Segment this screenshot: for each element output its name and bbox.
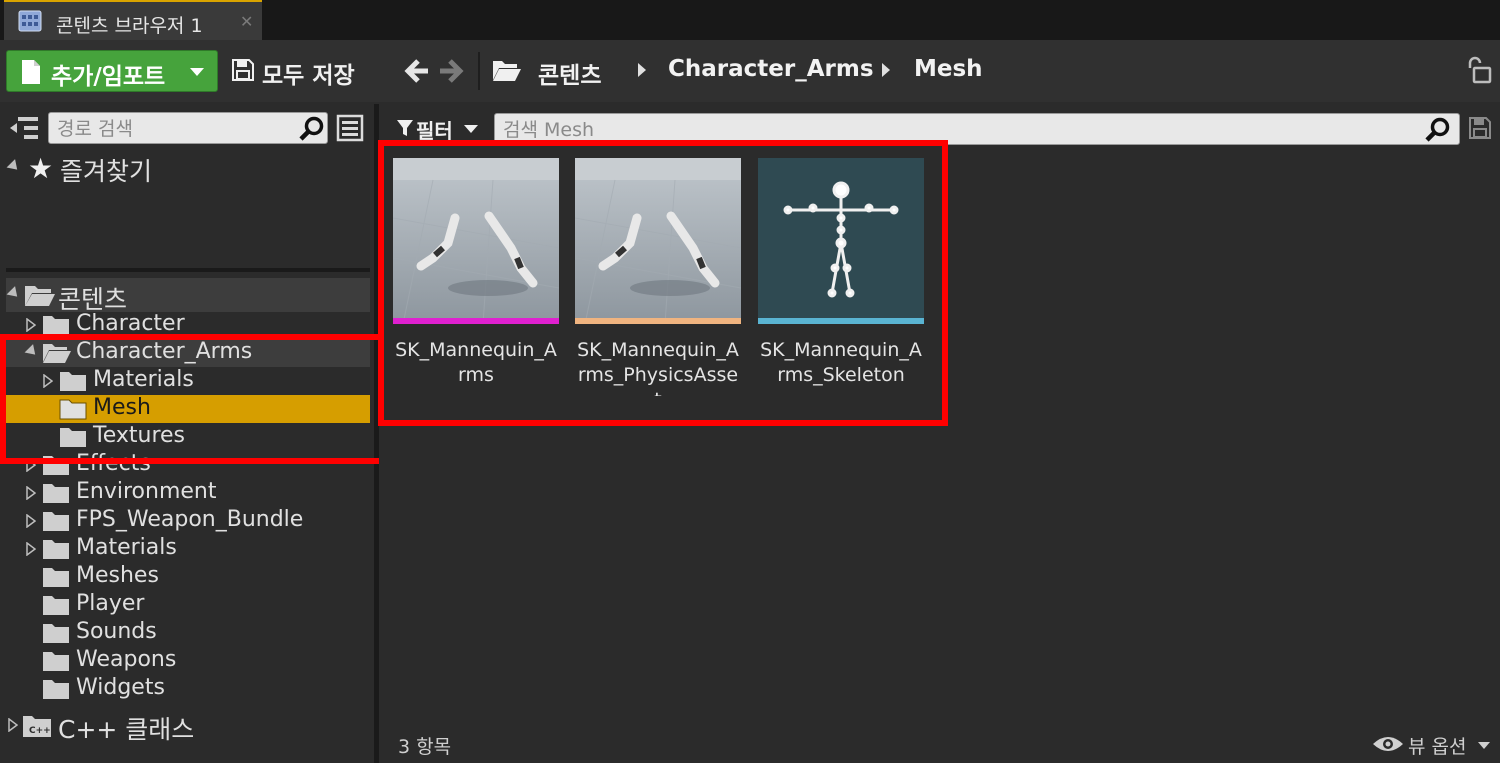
tree-item[interactable]: Weapons [0,647,370,675]
save-all-button[interactable]: 모두 저장 [228,50,376,92]
view-options-label: 뷰 옵션 [1408,736,1467,758]
breadcrumb-mesh[interactable]: Mesh [914,56,983,82]
expand-arrow-icon[interactable] [6,159,22,174]
folder-open-icon[interactable] [492,58,522,82]
content-browser-icon [18,10,42,32]
path-search-input[interactable] [55,116,299,142]
folder-icon [43,624,69,643]
cpp-classes-label: C++ 클래스 [58,715,195,744]
search-icon[interactable] [1425,117,1451,143]
highlight-box-character-arms [0,334,386,464]
tree-item-label: Materials [76,535,177,560]
view-options-button[interactable]: 뷰 옵션 [1372,732,1494,758]
cpp-folder-icon: C++ [23,716,51,737]
folder-open-icon [25,286,55,306]
tree-item-label: Character [76,311,185,336]
chevron-down-icon [190,68,204,76]
folder-icon [43,596,69,615]
collapsed-arrow-icon[interactable] [26,542,36,556]
breadcrumb-character-arms[interactable]: Character_Arms [668,56,874,82]
tree-item[interactable]: Meshes [0,563,370,591]
list-view-icon[interactable] [336,114,364,142]
save-search-icon[interactable] [1468,116,1492,140]
add-import-button[interactable]: 추가/임포트 [6,50,218,92]
tab-content-browser[interactable]: 콘텐츠 브라우저 1 ✕ [4,0,262,40]
path-search-box [48,112,328,144]
tree-item[interactable]: Environment [0,479,370,507]
tree-item-label: Meshes [76,563,159,588]
tree-item-content-root[interactable]: 콘텐츠 [6,278,370,314]
folder-icon [43,680,69,699]
tree-item-label: Sounds [76,619,157,644]
tree-item[interactable]: Widgets [0,675,370,703]
new-file-icon [22,60,40,84]
expand-arrow-icon[interactable] [6,286,22,301]
tab-title: 콘텐츠 브라우저 1 [56,15,203,37]
forward-arrow-icon[interactable] [436,56,466,86]
breadcrumb-chevron-icon[interactable] [882,63,890,77]
folder-icon [43,568,69,587]
tree-item-label: Player [76,591,145,616]
tree-item-cpp-classes[interactable]: C++ C++ 클래스 [0,708,370,744]
tree-item[interactable]: FPS_Weapon_Bundle [0,507,370,535]
tree-item-label: FPS_Weapon_Bundle [76,507,304,532]
close-icon[interactable]: ✕ [240,12,253,31]
collapsed-arrow-icon[interactable] [26,318,36,332]
breadcrumb-content[interactable]: 콘텐츠 [538,56,601,90]
collapsed-arrow-icon[interactable] [26,514,36,528]
folder-icon [43,484,69,503]
unlock-icon[interactable] [1466,56,1492,84]
svg-text:C++: C++ [29,726,51,736]
tree-item-label: Environment [76,479,217,504]
back-arrow-icon[interactable] [402,56,432,86]
favorites-section[interactable]: ★ 즐겨찾기 [6,152,366,186]
tree-toggle-icon[interactable] [8,114,40,142]
save-icon [232,59,254,81]
tree-item-label: Widgets [76,675,165,700]
section-divider[interactable] [6,268,370,272]
highlight-box-assets [378,140,948,426]
chevron-down-icon [1478,742,1490,749]
eye-icon [1373,737,1403,751]
collapsed-arrow-icon[interactable] [26,486,36,500]
tree-item[interactable]: Sounds [0,619,370,647]
toolbar-divider [478,52,480,90]
favorites-label: 즐겨찾기 [60,157,153,186]
funnel-icon [397,120,413,136]
save-all-label: 모두 저장 [262,63,355,89]
tree-item-label: Weapons [76,647,177,672]
folder-icon [43,512,69,531]
search-icon[interactable] [299,116,325,142]
item-count: 3 항목 [398,736,452,758]
folder-icon [43,652,69,671]
add-import-label: 추가/임포트 [51,64,166,90]
collapsed-arrow-icon[interactable] [8,718,18,732]
chevron-down-icon [464,125,478,133]
star-icon: ★ [28,152,54,185]
folder-icon [43,540,69,559]
tree-item[interactable]: Materials [0,535,370,563]
breadcrumb-chevron-icon[interactable] [638,63,646,77]
folder-icon [43,316,69,335]
tree-item[interactable]: Player [0,591,370,619]
